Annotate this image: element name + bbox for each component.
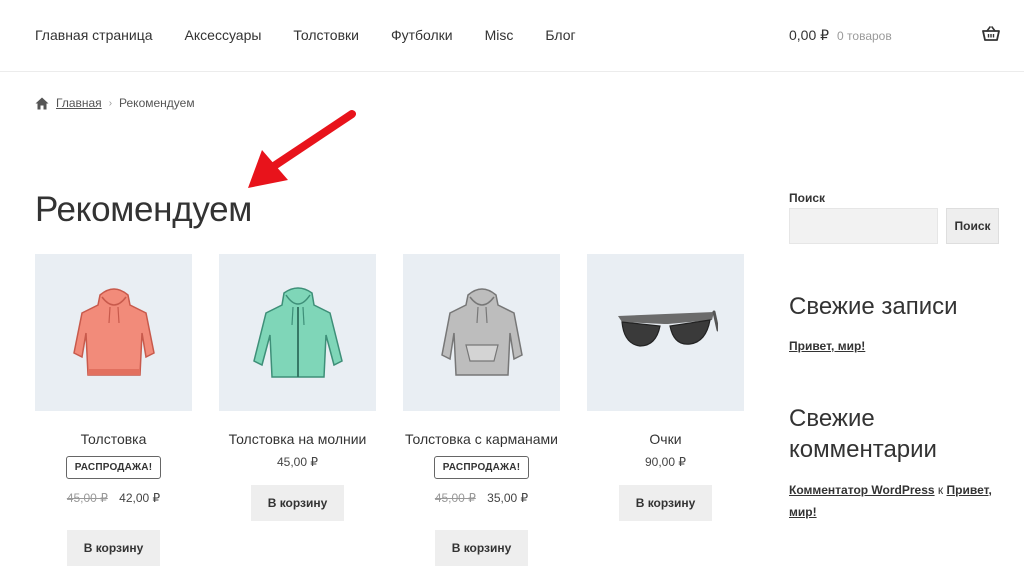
- nav-item-misc[interactable]: Misc: [485, 27, 514, 43]
- nav-item-tshirts[interactable]: Футболки: [391, 27, 453, 43]
- hoodie-gray-icon: [440, 287, 523, 376]
- product-card: Толстовка с карманами РАСПРОДАЖА! 45,00 …: [403, 254, 560, 566]
- hoodie-orange-icon: [72, 287, 155, 376]
- product-price: 45,00 ₽: [277, 455, 318, 469]
- add-to-cart-button[interactable]: В корзину: [619, 485, 712, 521]
- recent-post-link[interactable]: Привет, мир!: [789, 335, 865, 357]
- product-name[interactable]: Очки: [587, 431, 744, 447]
- site-header: Главная страница Аксессуары Толстовки Фу…: [0, 0, 1024, 72]
- nav-item-accessories[interactable]: Аксессуары: [185, 27, 262, 43]
- nav-item-hoodies[interactable]: Толстовки: [293, 27, 359, 43]
- sale-price: 42,00 ₽: [119, 491, 161, 505]
- product-price: 45,00 ₽ 35,00 ₽: [403, 491, 560, 505]
- add-to-cart-button[interactable]: В корзину: [67, 530, 160, 566]
- sunglasses-icon: [617, 310, 718, 347]
- product-image[interactable]: [403, 254, 560, 411]
- add-to-cart-button[interactable]: В корзину: [251, 485, 344, 521]
- sale-price: 35,00 ₽: [487, 491, 529, 505]
- breadcrumb-separator: ›: [108, 97, 113, 109]
- sale-badge: РАСПРОДАЖА!: [65, 456, 162, 479]
- breadcrumb-home-link[interactable]: Главная: [56, 96, 102, 110]
- search-button[interactable]: Поиск: [946, 208, 999, 244]
- comment-author-link[interactable]: Комментатор WordPress: [789, 483, 935, 497]
- search-label: Поиск: [789, 191, 826, 205]
- comment-on-text: к: [937, 483, 944, 497]
- breadcrumb-current: Рекомендуем: [119, 96, 195, 110]
- nav-item-blog[interactable]: Блог: [545, 27, 575, 43]
- header-cart[interactable]: 0,00 ₽ 0 товаров: [789, 27, 892, 44]
- search-input[interactable]: [789, 208, 938, 244]
- product-card: Толстовка на молнии 45,00 ₽ В корзину: [219, 254, 376, 521]
- product-card: Толстовка РАСПРОДАЖА! 45,00 ₽ 42,00 ₽ В …: [35, 254, 192, 566]
- cart-count: 0 товаров: [837, 29, 892, 43]
- product-name[interactable]: Толстовка с карманами: [403, 431, 560, 447]
- product-name[interactable]: Толстовка: [35, 431, 192, 447]
- old-price: 45,00 ₽: [66, 491, 108, 505]
- breadcrumb: Главная › Рекомендуем: [35, 96, 195, 110]
- product-card: Очки 90,00 ₽ В корзину: [587, 254, 744, 521]
- red-arrow-annotation: [248, 110, 356, 188]
- recent-comments-title-line1: Свежие: [789, 405, 875, 432]
- add-to-cart-button[interactable]: В корзину: [435, 530, 528, 566]
- sale-badge: РАСПРОДАЖА!: [433, 456, 530, 479]
- recent-comment: Комментатор WordPress к Привет, мир!: [789, 479, 999, 523]
- main-nav: Главная страница Аксессуары Толстовки Фу…: [35, 27, 608, 43]
- zip-hoodie-mint-icon: [252, 286, 343, 378]
- home-icon[interactable]: [35, 97, 49, 110]
- old-price: 45,00 ₽: [434, 491, 476, 505]
- page-title: Рекомендуем: [35, 190, 253, 229]
- product-name[interactable]: Толстовка на молнии: [219, 431, 376, 447]
- product-image[interactable]: [587, 254, 744, 411]
- product-image[interactable]: [219, 254, 376, 411]
- recent-comments-title-line2: комментарии: [789, 436, 937, 463]
- product-price: 45,00 ₽ 42,00 ₽: [35, 491, 192, 505]
- recent-posts-title: Свежие записи: [789, 293, 958, 320]
- product-price: 90,00 ₽: [645, 455, 686, 469]
- cart-amount: 0,00 ₽: [789, 27, 830, 43]
- basket-icon[interactable]: [982, 26, 1000, 42]
- nav-item-home[interactable]: Главная страница: [35, 27, 153, 43]
- product-image[interactable]: [35, 254, 192, 411]
